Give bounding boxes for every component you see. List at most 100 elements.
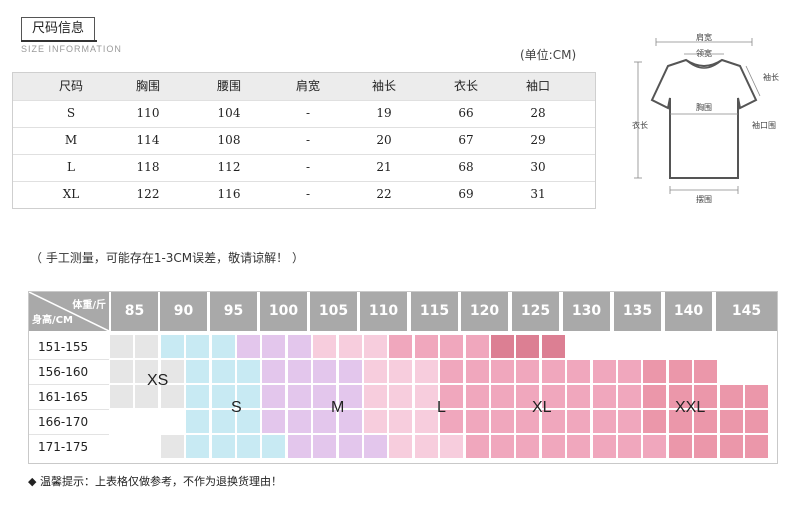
title-underline	[21, 40, 97, 42]
table-cell: -	[305, 133, 311, 147]
fit-cell	[592, 360, 616, 383]
table-cell: 114	[136, 133, 160, 147]
fit-cell	[541, 435, 565, 458]
fit-cell	[567, 360, 591, 383]
fit-cell	[186, 435, 210, 458]
fit-cell	[389, 335, 413, 358]
table-cell: 20	[376, 133, 392, 147]
unit-label: (单位:CM)	[520, 48, 577, 62]
fit-cell	[160, 335, 184, 358]
table-cell: XL	[62, 187, 80, 201]
fit-cell	[414, 335, 438, 358]
size-label-m: M	[331, 399, 345, 416]
collar-label: 领宽	[696, 48, 712, 58]
fit-cell	[414, 410, 438, 433]
fit-cell	[211, 435, 235, 458]
fit-cell	[211, 360, 235, 383]
weight-axis-label: 体重/斤	[72, 300, 106, 311]
tshirt-outline-icon	[650, 58, 758, 179]
column-header: 胸围	[135, 79, 160, 93]
corner-header: 体重/斤 身高/CM	[29, 292, 109, 331]
fit-cell	[364, 335, 387, 358]
height-row-label: 156-160	[29, 360, 109, 385]
shoulder-label: 肩宽	[696, 32, 712, 42]
fit-cell	[364, 435, 387, 458]
fit-cell	[491, 435, 514, 458]
height-row-label: 166-170	[29, 410, 109, 435]
fit-cell	[694, 435, 718, 458]
fit-cell	[135, 335, 159, 358]
table-cell: M	[64, 133, 78, 147]
fit-cell	[719, 385, 743, 408]
table-cell: 31	[530, 187, 546, 201]
fit-cell	[186, 360, 210, 383]
table-cell: 104	[217, 106, 241, 120]
table-row: M 114 108 - 20 67 29	[13, 127, 595, 155]
table-cell: 30	[530, 160, 546, 174]
size-label-xxl: XXL	[675, 399, 706, 416]
diamond-bullet-icon: ◆	[28, 475, 40, 488]
fit-cell	[110, 335, 133, 358]
fit-cell	[287, 410, 311, 433]
weight-header: 140	[663, 292, 712, 331]
fit-cell	[389, 360, 413, 383]
length-label: 衣长	[632, 120, 648, 130]
weight-header: 90	[158, 292, 207, 331]
chest-label: 胸围	[696, 102, 712, 112]
fit-cell	[465, 360, 489, 383]
fit-cell	[719, 435, 743, 458]
fit-cell	[592, 385, 616, 408]
disclaimer-text: 温馨提示：上表格仅做参考，不作为退换货理由！	[39, 475, 282, 488]
weight-header: 95	[208, 292, 257, 331]
fit-cell	[618, 385, 641, 408]
column-header: 袖口	[525, 79, 550, 93]
fit-cell	[262, 360, 286, 383]
weight-header: 115	[409, 292, 458, 331]
fit-cell	[364, 410, 387, 433]
fit-cell	[186, 385, 210, 408]
fit-cell	[338, 335, 362, 358]
fit-cell	[465, 410, 489, 433]
fit-cell	[465, 385, 489, 408]
fit-cell	[287, 435, 311, 458]
fit-cell	[491, 360, 514, 383]
table-cell: 69	[458, 187, 474, 201]
cuff-label: 袖口围	[752, 120, 776, 130]
fit-cell	[160, 435, 184, 458]
weight-header: 125	[510, 292, 559, 331]
table-cell: 19	[376, 106, 392, 120]
weight-header: 105	[308, 292, 357, 331]
fit-cell	[262, 335, 286, 358]
table-cell: 28	[530, 106, 546, 120]
fit-cell	[592, 435, 616, 458]
fit-cell	[516, 435, 540, 458]
weight-header: 145	[714, 292, 777, 331]
height-row-label: 161-165	[29, 385, 109, 410]
column-header: 肩宽	[295, 79, 320, 93]
table-cell: 21	[376, 160, 392, 174]
height-axis-label: 身高/CM	[32, 315, 73, 326]
fit-cell	[516, 335, 540, 358]
weight-header: 100	[258, 292, 307, 331]
size-label-xl: XL	[532, 399, 552, 416]
fit-cell	[440, 335, 464, 358]
fit-cell	[491, 410, 514, 433]
fit-cell	[211, 335, 235, 358]
fit-cell	[668, 360, 692, 383]
fit-cell	[643, 435, 667, 458]
fit-cell	[262, 435, 286, 458]
fit-cell	[313, 360, 337, 383]
fit-cell	[414, 385, 438, 408]
size-label-l: L	[437, 399, 446, 416]
fit-cell	[262, 385, 286, 408]
height-row-label: 151-155	[29, 335, 109, 360]
measurement-note: （ 手工测量，可能存在1-3CM误差，敬请谅解！ ）	[30, 251, 304, 265]
fit-cell	[694, 360, 718, 383]
weight-header: 130	[561, 292, 610, 331]
fit-cell	[287, 360, 311, 383]
fit-cell	[313, 335, 337, 358]
column-header: 尺码	[58, 79, 83, 93]
fit-cell	[567, 385, 591, 408]
fit-cell	[186, 410, 210, 433]
fit-cell	[338, 360, 362, 383]
